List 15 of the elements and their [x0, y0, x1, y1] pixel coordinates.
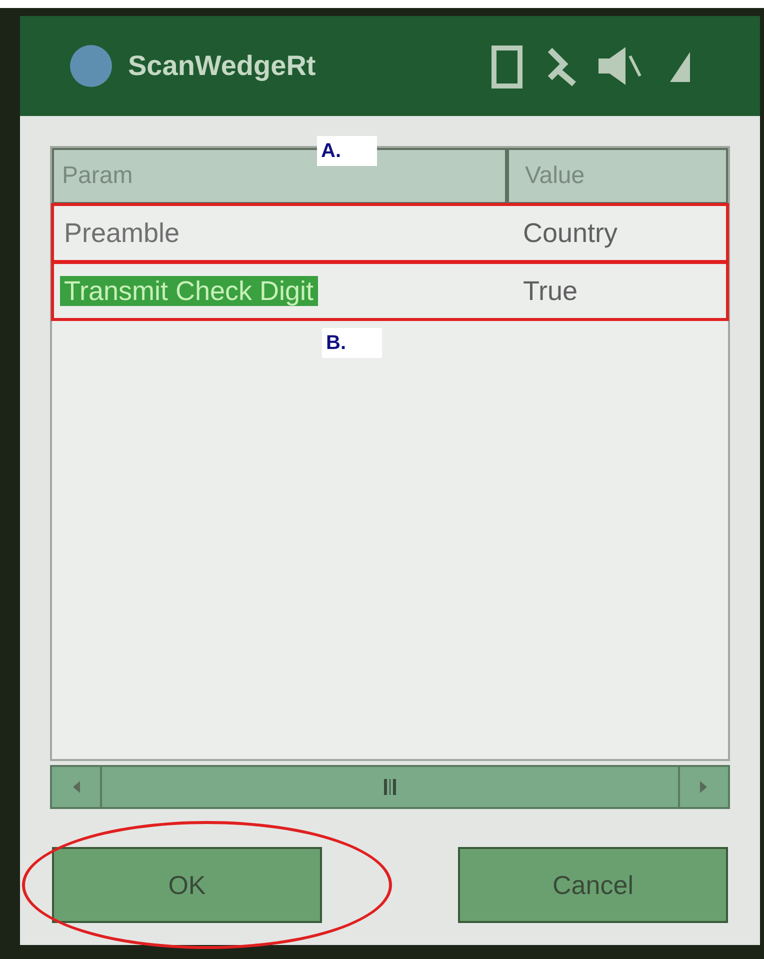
table-cell-text: True: [522, 274, 579, 308]
list-row[interactable]: Transmit Check Digit True: [52, 262, 728, 320]
column-header[interactable]: Value: [507, 148, 728, 204]
dialog-button[interactable]: Cancel: [458, 847, 728, 923]
start-icon[interactable]: [70, 45, 112, 87]
annotation-label: A.: [317, 136, 377, 166]
table-cell: Transmit Check Digit: [60, 276, 318, 306]
table-cell-text: Preamble: [63, 218, 181, 248]
window-title: ScanWedgeRt: [128, 49, 316, 83]
annotation-label: B.: [322, 328, 382, 358]
horizontal-scrollbar[interactable]: [50, 765, 730, 809]
table-cell-text: Country: [522, 216, 619, 250]
scroll-grip-icon[interactable]: [384, 779, 396, 795]
list-row[interactable]: Preamble Country: [52, 204, 728, 262]
dialog-button[interactable]: OK: [52, 847, 322, 923]
